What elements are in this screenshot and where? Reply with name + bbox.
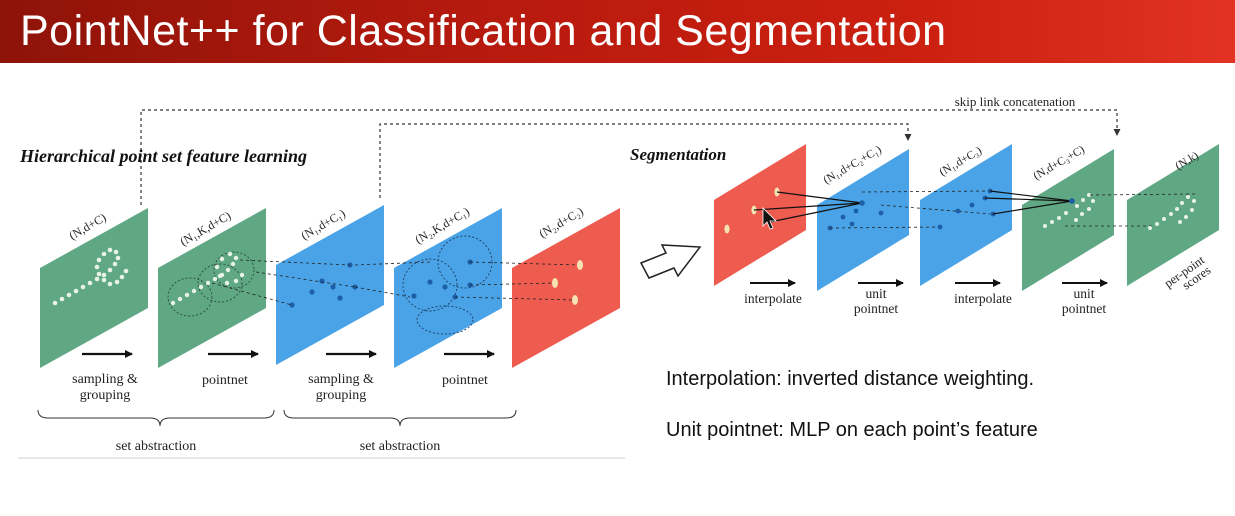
step-label-interpolate-1: interpolate bbox=[744, 291, 802, 306]
braces bbox=[37, 409, 517, 427]
step-label-sampling-1a: sampling & bbox=[72, 372, 138, 387]
step-label-unit-2a: unit bbox=[1073, 286, 1094, 301]
step-label-unit-1b: pointnet bbox=[854, 301, 898, 316]
left-section-title: Hierarchical point set feature learning bbox=[19, 146, 307, 166]
step-label-sampling-2b: grouping bbox=[316, 388, 367, 403]
note-interpolation: Interpolation: inverted distance weighti… bbox=[666, 368, 1035, 390]
plane-p5 bbox=[512, 208, 620, 368]
pointnet-diagram: skip link concatenation Hierarchical poi… bbox=[18, 94, 1219, 459]
step-label-pointnet-1: pointnet bbox=[202, 373, 248, 388]
note-unit-pointnet: Unit pointnet: MLP on each point’s featu… bbox=[666, 419, 1038, 441]
right-section-title: Segmentation bbox=[630, 145, 726, 164]
step-label-unit-2b: pointnet bbox=[1062, 301, 1106, 316]
seg-plane-1 bbox=[714, 144, 806, 286]
step-label-unit-1a: unit bbox=[865, 286, 886, 301]
step-label-sampling-2a: sampling & bbox=[308, 372, 374, 387]
plane-p4 bbox=[394, 208, 502, 368]
step-label-sampling-1b: grouping bbox=[80, 388, 131, 403]
transition-arrow bbox=[639, 244, 702, 279]
brace-label-1: set abstraction bbox=[116, 439, 196, 454]
skip-link-label: skip link concatenation bbox=[955, 94, 1076, 109]
plane-p3 bbox=[276, 205, 384, 365]
step-label-pointnet-2: pointnet bbox=[442, 373, 488, 388]
brace-label-2: set abstraction bbox=[360, 439, 440, 454]
step-label-interpolate-2: interpolate bbox=[954, 291, 1012, 306]
plane-p1 bbox=[40, 208, 148, 368]
